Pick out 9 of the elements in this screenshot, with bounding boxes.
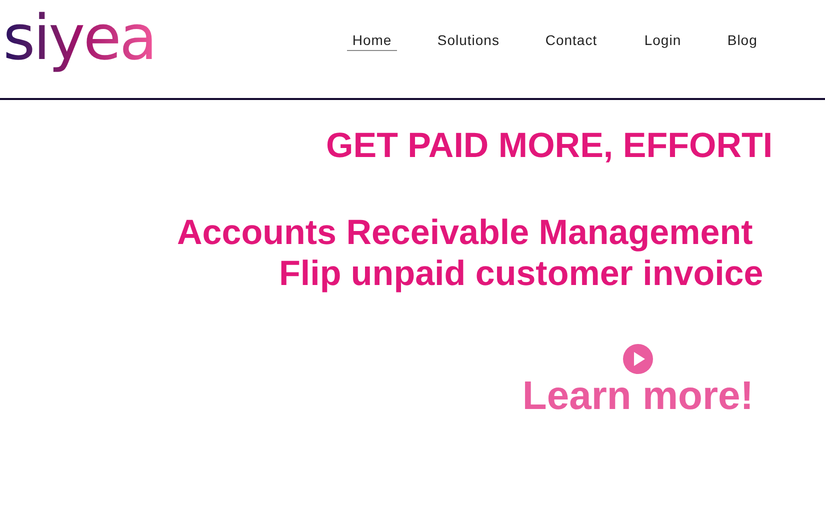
subheadline: Accounts Receivable Management [177, 212, 754, 253]
nav-link[interactable]: Home [347, 30, 397, 51]
play-icon[interactable] [623, 344, 653, 374]
nav-link[interactable]: Solutions [432, 30, 504, 51]
headline: GET PAID MORE, EFFORTI [326, 125, 774, 167]
nav-link[interactable]: Contact [540, 30, 602, 51]
nav-link[interactable]: Blog [722, 30, 762, 51]
subheadline: Flip unpaid customer invoice [279, 253, 764, 294]
nav-link[interactable]: Login [639, 30, 686, 51]
